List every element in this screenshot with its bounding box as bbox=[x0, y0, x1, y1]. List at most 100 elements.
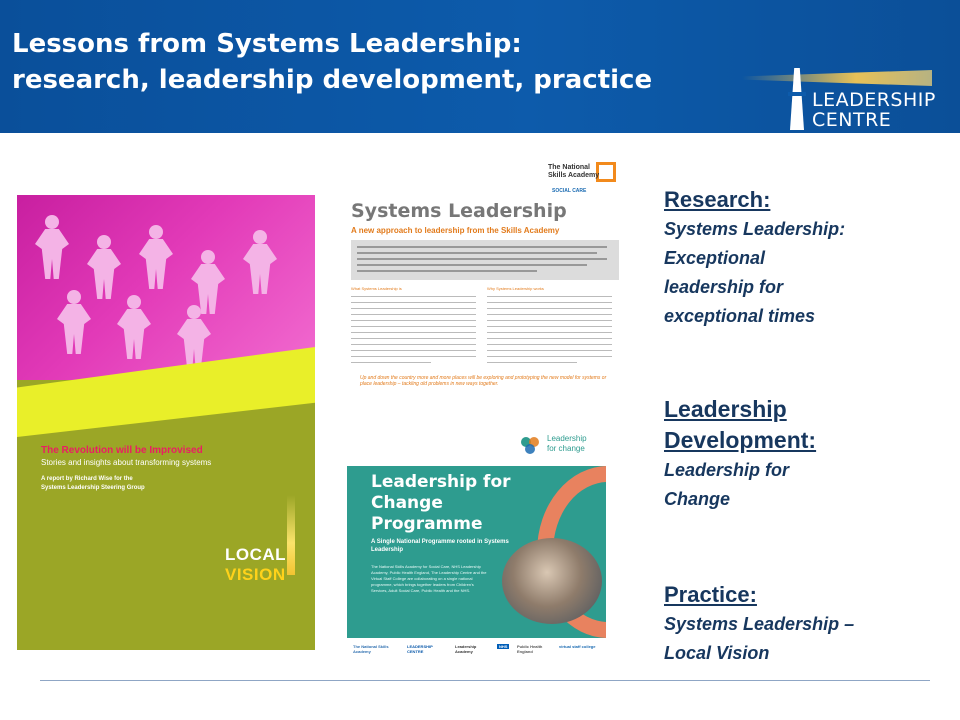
cover-header: Leadership for change bbox=[347, 428, 606, 466]
skills-academy-logo-line1: The National bbox=[548, 164, 591, 171]
leadership-for-change-body: The National Skills Academy for Social C… bbox=[371, 564, 487, 593]
logo-text-line2: CENTRE bbox=[812, 109, 892, 131]
research-body-line: Systems Leadership: bbox=[664, 219, 846, 239]
text-line bbox=[487, 308, 612, 309]
footer-divider bbox=[40, 680, 930, 681]
partner-logo: Public Health England bbox=[517, 644, 543, 654]
text-line bbox=[351, 362, 431, 363]
meeting-photo bbox=[502, 538, 602, 624]
research-body-line: leadership for bbox=[664, 277, 784, 297]
text-line bbox=[351, 302, 476, 303]
leadership-for-change-logo-line2: for change bbox=[547, 444, 585, 453]
slide-title: Lessons from Systems Leadership: researc… bbox=[12, 26, 652, 98]
paper-figure-icon bbox=[87, 235, 121, 305]
practice-section: Practice: Systems Leadership – Local Vis… bbox=[664, 580, 854, 668]
intro-box bbox=[351, 240, 619, 280]
text-line bbox=[487, 362, 577, 363]
right-column-heading: Why Systems Leadership works bbox=[487, 286, 544, 291]
leadership-for-change-title: Leadership for Change Programme bbox=[371, 472, 511, 534]
text-line bbox=[357, 264, 587, 266]
skills-academy-logo-sub: SOCIAL CARE bbox=[552, 188, 587, 194]
paper-figure-icon bbox=[35, 215, 69, 285]
text-line bbox=[487, 338, 612, 339]
text-line bbox=[351, 350, 476, 351]
development-heading-line: Development: bbox=[664, 427, 817, 453]
text-line bbox=[351, 356, 476, 357]
development-heading: Leadership Development: bbox=[664, 394, 816, 456]
systems-leadership-cover: The National Skills Academy SOCIAL CARE … bbox=[342, 160, 622, 400]
text-line bbox=[357, 258, 607, 260]
research-body: Systems Leadership: Exceptional leadersh… bbox=[664, 215, 845, 331]
practice-body-line: Systems Leadership – bbox=[664, 614, 855, 634]
practice-body: Systems Leadership – Local Vision bbox=[664, 610, 854, 668]
paper-figure-icon bbox=[139, 225, 173, 295]
partner-logo: Leadership Academy bbox=[455, 644, 477, 654]
systems-leadership-subtitle: A new approach to leadership from the Sk… bbox=[351, 226, 560, 235]
text-line bbox=[351, 308, 476, 309]
systems-leadership-quote: Up and down the country more and more pl… bbox=[360, 375, 607, 387]
partner-logo: virtual staff college bbox=[559, 644, 596, 649]
leadership-for-change-logo-line1: Leadership bbox=[547, 434, 587, 443]
development-section: Leadership Development: Leadership for C… bbox=[664, 394, 816, 514]
text-line bbox=[351, 296, 476, 297]
revolution-title: The Revolution will be Improvised bbox=[41, 445, 203, 456]
research-body-line: exceptional times bbox=[664, 306, 816, 326]
text-line bbox=[487, 314, 612, 315]
skills-academy-logo: The National Skills Academy bbox=[548, 164, 608, 180]
text-line bbox=[487, 356, 612, 357]
text-line bbox=[487, 332, 612, 333]
text-line bbox=[351, 314, 476, 315]
systems-leadership-title: Systems Leadership bbox=[351, 200, 567, 222]
partner-logo: LEADERSHIP CENTRE bbox=[407, 644, 433, 654]
text-line bbox=[487, 326, 612, 327]
text-line bbox=[487, 350, 612, 351]
leadership-for-change-logo: Leadership for change bbox=[547, 434, 587, 454]
text-line bbox=[351, 326, 476, 327]
development-body-line: Leadership for bbox=[664, 460, 790, 480]
development-body-line: Change bbox=[664, 489, 731, 509]
text-line bbox=[357, 246, 607, 248]
practice-body-line: Local Vision bbox=[664, 643, 770, 663]
text-line bbox=[487, 302, 612, 303]
lighthouse-band bbox=[788, 92, 806, 96]
research-heading: Research: bbox=[664, 187, 771, 212]
lighthouse-beam-icon bbox=[742, 70, 932, 86]
revolution-credit-line1: A report by Richard Wise for the bbox=[41, 476, 133, 482]
light-beam bbox=[287, 495, 295, 575]
revolution-report-cover: The Revolution will be Improvised Storie… bbox=[17, 195, 315, 650]
left-column-heading: What Systems Leadership is bbox=[351, 286, 402, 291]
text-line bbox=[351, 338, 476, 339]
leadership-centre-logo: LEADERSHIP CENTRE bbox=[742, 62, 942, 132]
leadership-for-change-cover: Leadership for change Leadership for Cha… bbox=[347, 428, 606, 668]
development-heading-line: Leadership bbox=[664, 396, 787, 422]
partner-logo: The National Skills Academy bbox=[353, 644, 389, 654]
research-body-line: Exceptional bbox=[664, 248, 766, 268]
paper-figure-icon bbox=[57, 290, 91, 360]
text-line bbox=[357, 252, 597, 254]
text-line bbox=[487, 344, 612, 345]
text-line bbox=[351, 344, 476, 345]
text-line bbox=[351, 320, 476, 321]
text-line bbox=[357, 270, 537, 272]
revolution-credit: A report by Richard Wise for the Systems… bbox=[41, 475, 201, 493]
title-banner: Lessons from Systems Leadership: researc… bbox=[0, 0, 960, 133]
local-vision-logo-line1: LOCAL bbox=[225, 545, 287, 564]
text-line bbox=[487, 296, 612, 297]
nhs-logo: NHS bbox=[497, 644, 510, 649]
paper-figure-icon bbox=[117, 295, 151, 365]
logo-text-line1: LEADERSHIP bbox=[812, 89, 936, 111]
logo-text: LEADERSHIP CENTRE bbox=[812, 90, 936, 130]
paper-people-photo bbox=[17, 195, 315, 380]
slide-title-line1: Lessons from Systems Leadership: bbox=[12, 29, 522, 59]
local-vision-logo-line2: VISION bbox=[225, 565, 286, 584]
development-body: Leadership for Change bbox=[664, 456, 816, 514]
partner-logos: The National Skills Academy LEADERSHIP C… bbox=[347, 638, 606, 668]
text-line bbox=[487, 320, 612, 321]
research-section: Research: Systems Leadership: Exceptiona… bbox=[664, 185, 845, 331]
leadership-for-change-subtitle: A Single National Programme rooted in Sy… bbox=[371, 539, 509, 553]
revolution-credit-line2: Systems Leadership Steering Group bbox=[41, 485, 145, 491]
text-line bbox=[351, 332, 476, 333]
practice-heading: Practice: bbox=[664, 582, 757, 607]
revolution-subtitle: Stories and insights about transforming … bbox=[41, 458, 212, 467]
slide-title-line2: research, leadership development, practi… bbox=[12, 65, 653, 95]
